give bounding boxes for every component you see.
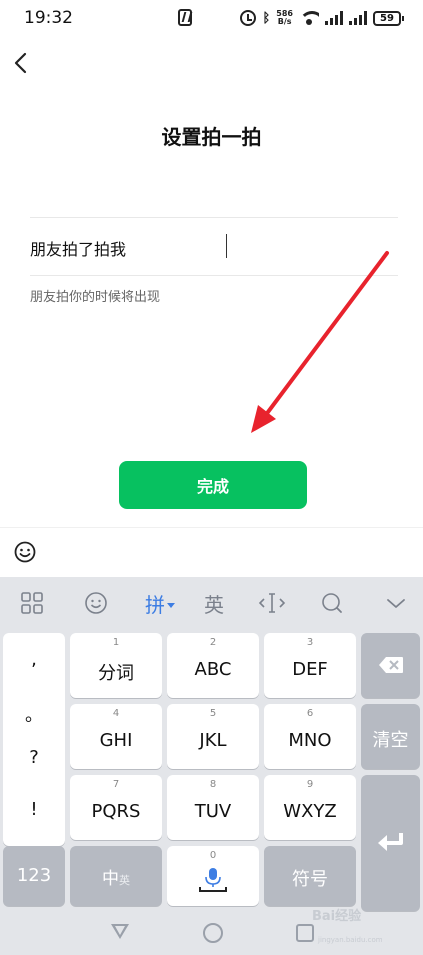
keyboard-menu-icon[interactable] (18, 587, 46, 619)
pinyin-mode-button[interactable]: 拼 (140, 587, 180, 619)
punct-question[interactable]: ? (3, 747, 65, 768)
wifi-icon (299, 11, 319, 25)
microphone-icon (199, 868, 227, 892)
space-key[interactable]: 0 (167, 846, 259, 906)
caret-down-icon (167, 602, 175, 608)
nfc-icon (178, 9, 192, 26)
watermark-url: jingyan.baidu.com (318, 936, 383, 944)
pat-prefix-label: 朋友拍了拍我 (30, 240, 127, 259)
punct-comma[interactable]: , (3, 649, 65, 670)
divider (30, 275, 398, 276)
english-mode-button[interactable]: 英 (200, 587, 228, 619)
smiley-icon (85, 592, 107, 614)
key-7-pqrs[interactable]: 7 PQRS (70, 775, 162, 840)
status-icons: ᛒ 586 B/s 59 (240, 8, 404, 28)
english-label: 英 (204, 592, 224, 617)
backspace-key[interactable] (361, 633, 420, 698)
chevron-down-icon (387, 599, 405, 608)
battery-icon: 59 (373, 10, 404, 26)
back-arrow-icon[interactable] (10, 50, 34, 76)
key-1-fenci[interactable]: 1 分词 (70, 633, 162, 698)
done-button[interactable]: 完成 (119, 461, 307, 509)
clear-key[interactable]: 清空 (361, 704, 420, 769)
status-time: 19:32 (24, 8, 73, 28)
bluetooth-icon: ᛒ (262, 10, 271, 26)
enter-icon (378, 833, 403, 851)
status-bar: 19:32 ᛒ 586 B/s 59 (0, 0, 423, 36)
keyboard: 拼 英 , 。 ? ! 1 分词 2 ABC 3 DEF 4 GHI 5 JKL… (0, 577, 423, 955)
key-8-tuv[interactable]: 8 TUV (167, 775, 259, 840)
punct-exclaim[interactable]: ! (3, 799, 65, 820)
keyboard-hide-icon[interactable] (382, 587, 410, 619)
symbols-key[interactable]: 符号 (264, 846, 356, 906)
pinyin-label: 拼 (145, 592, 165, 617)
alarm-icon (240, 10, 257, 26)
pat-hint: 朋友拍你的时候将出现 (30, 290, 161, 305)
signal-icon-2 (349, 11, 367, 25)
emoji-bar (0, 527, 423, 577)
language-switch-key[interactable]: 中英 (70, 846, 162, 906)
key-2-abc[interactable]: 2 ABC (167, 633, 259, 698)
nav-back-icon[interactable] (111, 924, 129, 939)
nav-recent-icon[interactable] (296, 924, 314, 942)
numbers-key[interactable]: 123 (3, 846, 65, 906)
keyboard-emoji-icon[interactable] (82, 587, 110, 619)
signal-icon (325, 11, 343, 25)
keyboard-search-icon[interactable] (318, 587, 346, 619)
punct-period[interactable]: 。 (3, 701, 65, 727)
grid-icon (21, 592, 43, 614)
backspace-icon (379, 657, 403, 673)
page-title: 设置拍一拍 (161, 125, 262, 149)
key-3-def[interactable]: 3 DEF (264, 633, 356, 698)
key-5-jkl[interactable]: 5 JKL (167, 704, 259, 769)
search-icon (322, 593, 342, 613)
pat-text-input[interactable]: 朋友拍了拍我 (30, 218, 398, 274)
punctuation-column[interactable]: , 。 ? ! (3, 633, 65, 846)
watermark: Bai经验 (312, 909, 362, 924)
nav-home-icon[interactable] (203, 923, 223, 943)
text-cursor-icon (258, 593, 286, 613)
emoji-icon[interactable] (14, 541, 36, 563)
enter-key[interactable] (361, 775, 420, 911)
keyboard-toolbar: 拼 英 (0, 577, 423, 629)
key-6-mno[interactable]: 6 MNO (264, 704, 356, 769)
key-4-ghi[interactable]: 4 GHI (70, 704, 162, 769)
cursor-move-icon[interactable] (258, 587, 286, 619)
key-9-wxyz[interactable]: 9 WXYZ (264, 775, 356, 840)
text-cursor (226, 234, 227, 258)
network-speed: 586 B/s (276, 9, 293, 26)
